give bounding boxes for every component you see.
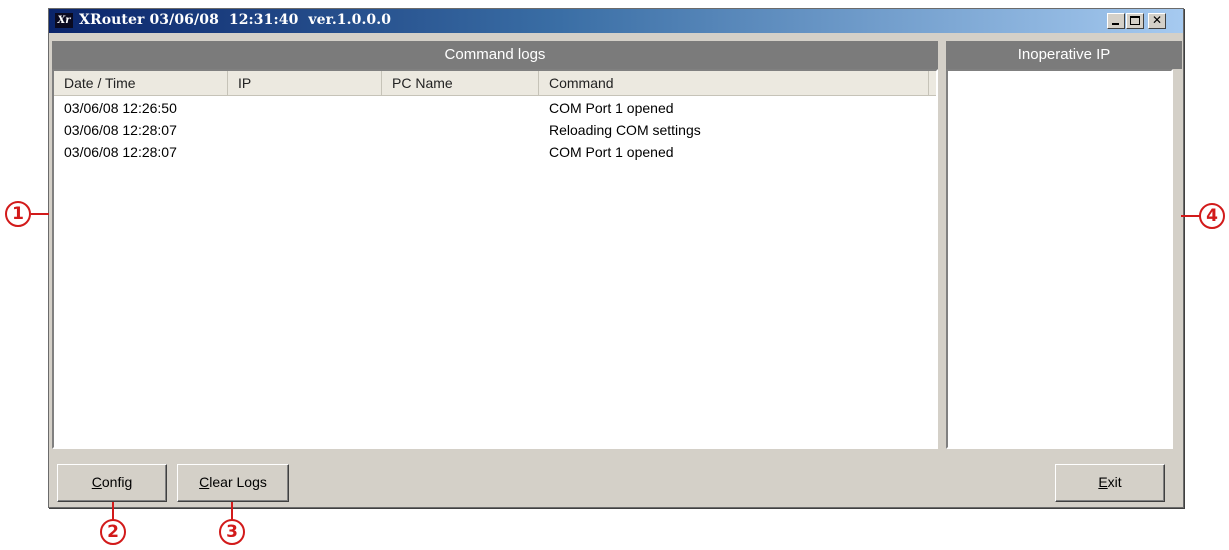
exit-mnemonic: E: [1098, 474, 1108, 490]
xrouter-window: Xr XRouter 03/06/08 12:31:40 ver.1.0.0.0…: [48, 8, 1184, 508]
config-label: onfig: [101, 474, 133, 490]
clear-logs-mnemonic: C: [199, 474, 210, 490]
exit-button[interactable]: Exit: [1055, 464, 1165, 502]
log-rows: 03/06/08 12:26:50 COM Port 1 opened 03/0…: [54, 97, 936, 163]
callout-4: 4: [1199, 203, 1225, 229]
title-bar[interactable]: Xr XRouter 03/06/08 12:31:40 ver.1.0.0.0…: [49, 9, 1183, 33]
command-logs-header: Command logs: [52, 41, 938, 69]
minimize-icon: [1112, 23, 1119, 25]
window-title: XRouter 03/06/08 12:31:40 ver.1.0.0.0: [79, 12, 392, 28]
close-icon: ✕: [1151, 13, 1163, 27]
clear-logs-label: lear Logs: [209, 474, 267, 490]
callout-2-leader: [112, 502, 114, 520]
config-mnemonic: C: [91, 474, 102, 490]
app-icon: Xr: [55, 13, 73, 28]
callout-4-leader: [1181, 215, 1200, 217]
cell-command: COM Port 1 opened: [549, 100, 674, 116]
clear-logs-button[interactable]: Clear Logs: [177, 464, 289, 502]
minimize-button[interactable]: [1107, 13, 1125, 29]
callout-3-leader: [231, 502, 233, 520]
column-header-filler: [929, 71, 936, 96]
column-header-ip[interactable]: IP: [228, 71, 382, 96]
maximize-icon: [1130, 16, 1140, 25]
cell-date-time: 03/06/08 12:28:07: [64, 144, 177, 160]
column-header-pc-name[interactable]: PC Name: [382, 71, 539, 96]
callout-1-leader: [31, 213, 49, 215]
cell-date-time: 03/06/08 12:26:50: [64, 100, 177, 116]
inoperative-ip-header: Inoperative IP: [946, 41, 1182, 69]
cell-date-time: 03/06/08 12:28:07: [64, 122, 177, 138]
close-button[interactable]: ✕: [1148, 13, 1166, 29]
command-logs-list[interactable]: Date / Time IP PC Name Command 03/06/08 …: [52, 69, 938, 449]
callout-3: 3: [219, 519, 245, 545]
table-row[interactable]: 03/06/08 12:28:07 Reloading COM settings: [54, 119, 936, 141]
column-header-date-time[interactable]: Date / Time: [54, 71, 228, 96]
maximize-button[interactable]: [1126, 13, 1144, 29]
callout-2: 2: [100, 519, 126, 545]
callout-1: 1: [5, 201, 31, 227]
column-header-command[interactable]: Command: [539, 71, 929, 96]
inoperative-ip-list[interactable]: [946, 69, 1173, 449]
cell-command: Reloading COM settings: [549, 122, 701, 138]
table-row[interactable]: 03/06/08 12:28:07 COM Port 1 opened: [54, 141, 936, 163]
table-row[interactable]: 03/06/08 12:26:50 COM Port 1 opened: [54, 97, 936, 119]
exit-label: xit: [1107, 474, 1122, 490]
config-button[interactable]: Config: [57, 464, 167, 502]
cell-command: COM Port 1 opened: [549, 144, 674, 160]
